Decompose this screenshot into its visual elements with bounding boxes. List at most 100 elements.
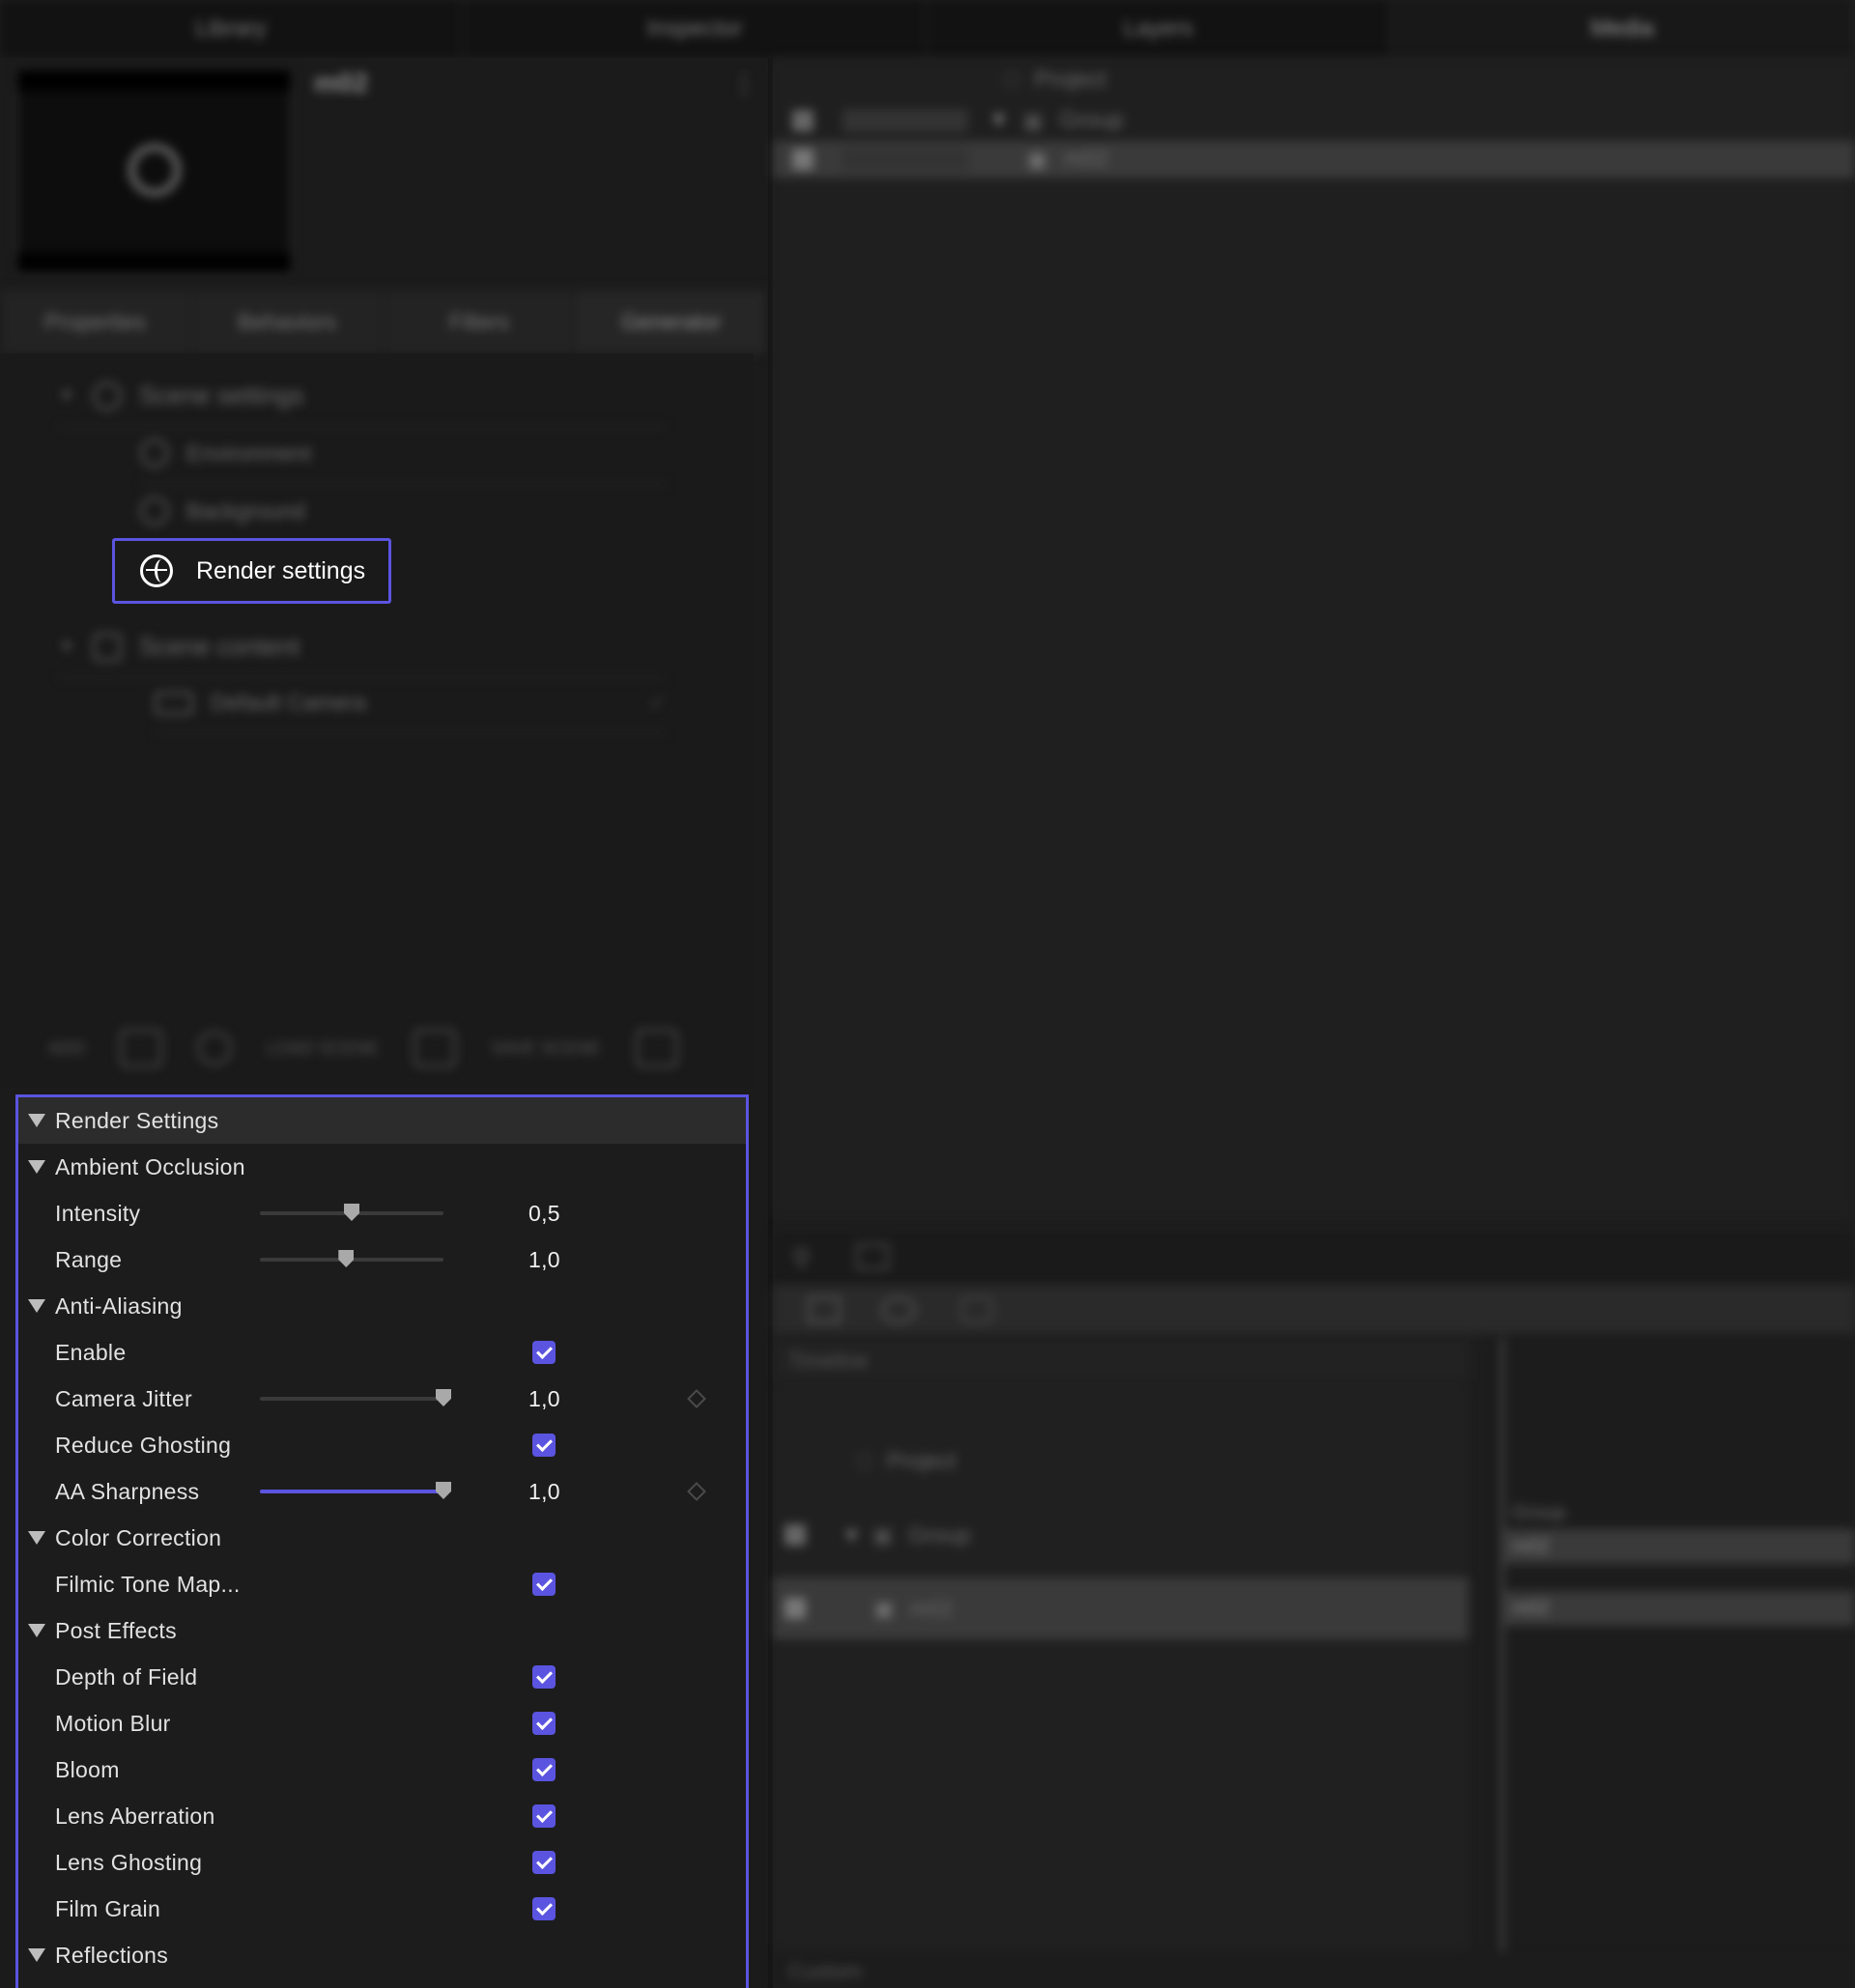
tab-layers[interactable]: Layers <box>928 0 1391 58</box>
camera-jitter-slider[interactable] <box>260 1389 451 1406</box>
tree-item-scene-settings[interactable]: ▼ Scene settings <box>58 381 667 428</box>
tree-item-render-settings[interactable]: Render settings <box>112 538 391 604</box>
param-label: Enable <box>55 1339 127 1365</box>
timeline-tools <box>773 1285 1855 1335</box>
timeline-row-item[interactable]: ▣ m02 <box>773 1577 1469 1639</box>
param-label: Lens Aberration <box>55 1803 215 1829</box>
opacity-slider[interactable] <box>842 109 968 132</box>
disclosure-triangle-icon <box>28 1160 45 1174</box>
filmic-tone-map-checkbox[interactable] <box>532 1573 556 1596</box>
bloom-checkbox[interactable] <box>532 1758 556 1781</box>
panel-toggle-icon[interactable] <box>856 1243 889 1270</box>
tab-media[interactable]: Media <box>1391 0 1855 58</box>
layer-row-item[interactable]: ▣ m02 <box>773 141 1855 178</box>
load-scene-icon[interactable] <box>414 1029 457 1067</box>
tab-properties[interactable]: Properties <box>0 290 192 354</box>
clip-item-1[interactable]: m02 <box>1502 1529 1855 1564</box>
chevron-down-icon: ▼ <box>58 637 75 656</box>
tree-item-environment[interactable]: Environment <box>140 439 667 485</box>
param-label: Depth of Field <box>55 1663 198 1690</box>
motion-blur-checkbox[interactable] <box>532 1712 556 1735</box>
lens-ghosting-checkbox[interactable] <box>532 1851 556 1874</box>
more-options-icon[interactable]: ⋮ <box>731 70 756 99</box>
aa-sharpness-slider[interactable] <box>260 1482 451 1499</box>
timeline-row-project[interactable]: □ Project <box>773 1436 1469 1485</box>
param-camera-jitter: Camera Jitter 1,0 <box>18 1376 746 1422</box>
opacity-slider[interactable] <box>842 148 968 171</box>
search-icon[interactable]: ⚲ <box>792 1243 811 1273</box>
track-label: Group <box>908 1521 971 1548</box>
section-render-settings[interactable]: Render Settings <box>18 1097 746 1144</box>
disclosure-triangle-icon[interactable]: ▼ <box>841 1522 863 1548</box>
slider-knob[interactable] <box>344 1204 359 1221</box>
tab-inspector[interactable]: Inspector <box>464 0 928 58</box>
slider-knob[interactable] <box>436 1482 451 1499</box>
track-label: m02 <box>909 1595 954 1621</box>
tree-item-default-camera[interactable]: Default Camera ✓ <box>155 690 667 733</box>
film-grain-checkbox[interactable] <box>532 1897 556 1920</box>
section-reflections[interactable]: Reflections <box>18 1932 746 1978</box>
tree-item-label: Environment <box>186 440 312 466</box>
section-ambient-occlusion[interactable]: Ambient Occlusion <box>18 1144 746 1190</box>
lens-aberration-checkbox[interactable] <box>532 1804 556 1828</box>
range-slider[interactable] <box>260 1250 443 1267</box>
param-value[interactable]: 1,0 <box>528 1479 606 1505</box>
save-scene-icon[interactable] <box>635 1029 678 1067</box>
thumbnail-letterbox-top <box>17 70 291 91</box>
keyframe-diamond-icon[interactable] <box>687 1389 706 1408</box>
clip-item-2[interactable]: m02 <box>1502 1591 1855 1626</box>
section-anti-aliasing[interactable]: Anti-Aliasing <box>18 1283 746 1329</box>
section-color-correction[interactable]: Color Correction <box>18 1515 746 1561</box>
param-intensity: Intensity 0,5 <box>18 1190 746 1236</box>
disclosure-triangle-icon[interactable]: ▼ <box>987 107 1011 134</box>
clip-label: m02 <box>1512 1535 1550 1557</box>
orbit-icon[interactable] <box>881 1296 916 1323</box>
section-label: Anti-Aliasing <box>55 1292 183 1319</box>
add-object-icon[interactable] <box>120 1029 163 1067</box>
cube-icon <box>92 632 122 662</box>
visibility-checkbox[interactable] <box>785 1524 806 1546</box>
depth-of-field-checkbox[interactable] <box>532 1665 556 1689</box>
tab-filters[interactable]: Filters <box>385 290 577 354</box>
playhead[interactable] <box>1500 1338 1504 1956</box>
layers-panel: □ Project ▼ ▣ Group ▣ m02 <box>773 58 1855 1217</box>
globe-icon <box>140 497 169 525</box>
param-label: Bloom <box>55 1756 120 1782</box>
section-post-effects[interactable]: Post Effects <box>18 1607 746 1654</box>
filter-icon[interactable] <box>808 1296 841 1323</box>
slider-knob[interactable] <box>338 1250 355 1267</box>
disclosure-triangle-icon <box>28 1114 45 1127</box>
param-value[interactable]: 1,0 <box>528 1386 606 1412</box>
param-enable: Enable <box>18 1329 746 1376</box>
tab-library[interactable]: Library <box>0 0 464 58</box>
tab-behaviors[interactable]: Behaviors <box>192 290 385 354</box>
timeline-track-list: □ Project ▼ ▣ Group ▣ m02 <box>773 1384 1469 1954</box>
visibility-checkbox[interactable] <box>785 1598 806 1619</box>
enable-checkbox[interactable] <box>532 1341 556 1364</box>
reduce-ghosting-checkbox[interactable] <box>532 1434 556 1457</box>
timeline-ruler[interactable]: Group m02 m02 <box>1483 1338 1855 1956</box>
param-value[interactable]: 1,0 <box>528 1247 606 1273</box>
layer-label: Project <box>1034 67 1107 93</box>
param-value[interactable]: 0,5 <box>528 1201 606 1227</box>
visibility-checkbox[interactable] <box>792 110 813 131</box>
clip-label: m02 <box>1512 1597 1550 1619</box>
visibility-checkbox[interactable] <box>792 149 813 170</box>
intensity-slider[interactable] <box>260 1204 443 1221</box>
tree-item-background[interactable]: Background <box>140 497 667 525</box>
param-film-grain: Film Grain <box>18 1886 746 1932</box>
tree-item-scene-content[interactable]: ▼ Scene content <box>58 632 667 679</box>
layer-row-group[interactable]: ▼ ▣ Group <box>773 102 1855 139</box>
timeline-header: Timeline <box>773 1338 1469 1384</box>
keyframe-diamond-icon[interactable] <box>687 1482 706 1501</box>
visibility-check-icon[interactable]: ✓ <box>648 690 667 716</box>
render-settings-panel: Render Settings Ambient Occlusion Intens… <box>15 1094 749 1988</box>
layer-row-project[interactable]: □ Project <box>773 62 1855 99</box>
param-reduce-ghosting: Reduce Ghosting <box>18 1422 746 1468</box>
add-light-icon[interactable] <box>197 1031 233 1065</box>
zoom-preset-label[interactable]: Custom <box>788 1959 862 1984</box>
tab-generator[interactable]: Generator <box>576 290 768 354</box>
timeline-row-group[interactable]: ▼ ▣ Group <box>773 1508 1469 1562</box>
slider-knob[interactable] <box>436 1389 451 1406</box>
mask-icon[interactable] <box>960 1296 993 1323</box>
